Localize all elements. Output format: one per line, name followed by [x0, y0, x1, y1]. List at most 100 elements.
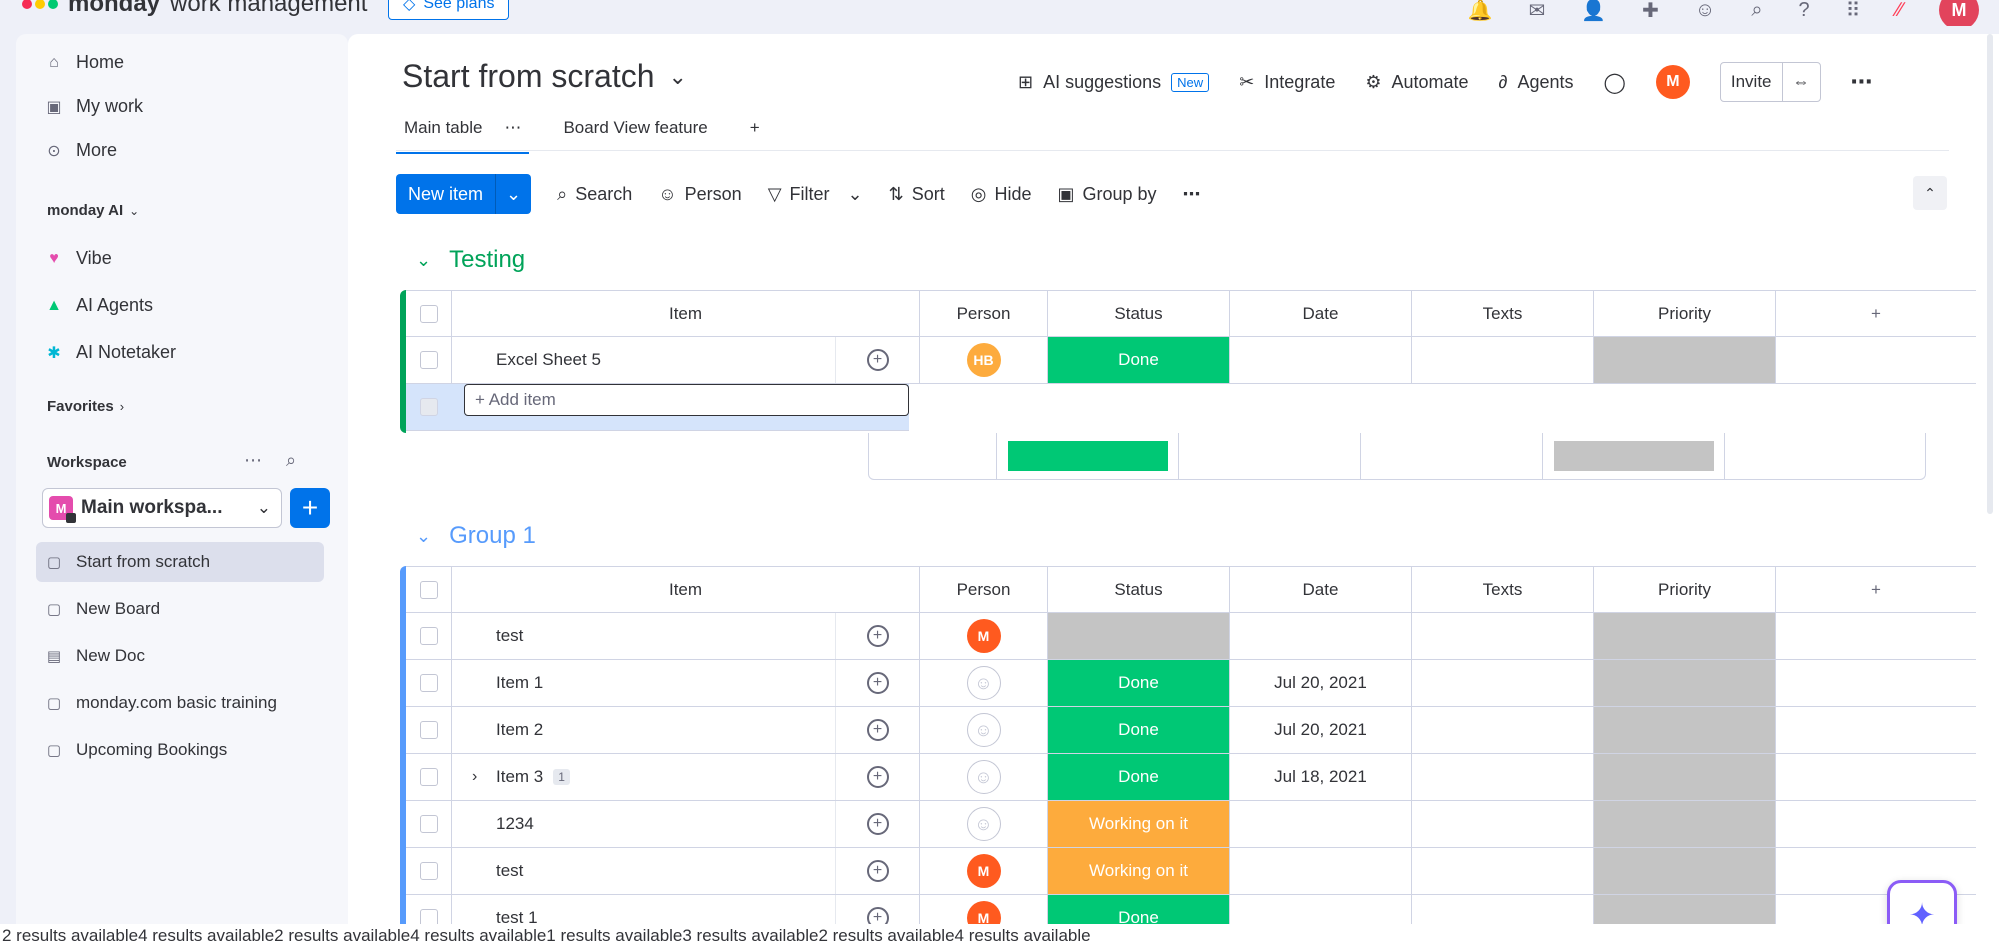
sidebar-item-home[interactable]: ⌂ Home — [46, 52, 124, 73]
add-update-button[interactable]: + — [836, 337, 920, 383]
priority-cell[interactable] — [1594, 337, 1776, 383]
sidebar-item-ai-agents[interactable]: ▲ AI Agents — [46, 295, 153, 316]
item-name[interactable]: 1234 — [452, 801, 836, 847]
person-filter-button[interactable]: ☺ Person — [658, 184, 741, 205]
add-workspace-item-button[interactable]: + — [290, 488, 330, 528]
priority-cell[interactable] — [1594, 613, 1776, 659]
more-toolbar-icon[interactable]: ⋯ — [1183, 184, 1201, 205]
texts-cell[interactable] — [1412, 337, 1594, 383]
date-cell[interactable] — [1230, 613, 1412, 659]
sidebar-item-vibe[interactable]: ♥ Vibe — [46, 248, 111, 269]
item-name[interactable]: test — [452, 848, 836, 894]
group-title-group-1[interactable]: ⌄ Group 1 — [416, 522, 536, 550]
row-checkbox[interactable] — [406, 707, 452, 753]
tab-board-view-feature[interactable]: Board View feature — [555, 118, 715, 154]
priority-cell[interactable] — [1594, 660, 1776, 706]
add-update-button[interactable]: + — [836, 707, 920, 753]
chevron-down-icon[interactable]: ⌄ — [848, 184, 863, 205]
board-title[interactable]: Start from scratch ⌄ — [402, 58, 687, 95]
add-column-button[interactable]: + — [1776, 567, 1976, 612]
table-row[interactable]: Item 2 + ☺ Done Jul 20, 2021 — [406, 707, 1976, 754]
row-checkbox[interactable] — [406, 660, 452, 706]
add-column-button[interactable]: + — [1776, 291, 1976, 336]
column-header-texts[interactable]: Texts — [1412, 567, 1594, 612]
person-cell[interactable]: ☺ — [920, 707, 1048, 753]
person-cell[interactable]: ☺ — [920, 660, 1048, 706]
column-header-texts[interactable]: Texts — [1412, 291, 1594, 336]
column-header-priority[interactable]: Priority — [1594, 291, 1776, 336]
chevron-down-icon[interactable]: ⌄ — [416, 250, 431, 271]
monday-product-icon[interactable]: ∕∕ — [1896, 0, 1903, 22]
sidebar-board-new-board[interactable]: ▢ New Board — [36, 589, 324, 629]
status-cell[interactable]: Done — [1048, 707, 1230, 753]
item-name[interactable]: › Item 3 1 — [452, 754, 836, 800]
table-row[interactable]: test + M — [406, 613, 1976, 660]
row-checkbox[interactable] — [406, 613, 452, 659]
column-header-priority[interactable]: Priority — [1594, 567, 1776, 612]
add-update-button[interactable]: + — [836, 754, 920, 800]
monday-ai-section[interactable]: monday AI ⌄ — [47, 202, 139, 219]
favorites-section[interactable]: Favorites › — [47, 398, 124, 415]
status-cell[interactable] — [1048, 613, 1230, 659]
person-cell[interactable]: M — [920, 848, 1048, 894]
texts-cell[interactable] — [1412, 754, 1594, 800]
add-update-button[interactable]: + — [836, 801, 920, 847]
integrate-button[interactable]: ✂ Integrate — [1239, 72, 1335, 93]
column-header-date[interactable]: Date — [1230, 291, 1412, 336]
column-header-person[interactable]: Person — [920, 567, 1048, 612]
table-row[interactable]: test + M Working on it — [406, 848, 1976, 895]
sidebar-board-upcoming-bookings[interactable]: ▢ Upcoming Bookings — [36, 730, 324, 770]
texts-cell[interactable] — [1412, 707, 1594, 753]
item-name[interactable]: Item 2 — [452, 707, 836, 753]
app-grid-icon[interactable]: ⠿ — [1846, 0, 1861, 23]
column-header-date[interactable]: Date — [1230, 567, 1412, 612]
vertical-scrollbar[interactable] — [1987, 34, 1993, 514]
chevron-right-icon[interactable]: › — [472, 768, 477, 786]
status-cell[interactable]: Working on it — [1048, 848, 1230, 894]
table-row[interactable]: 1234 + ☺ Working on it — [406, 801, 1976, 848]
person-cell[interactable]: ☺ — [920, 754, 1048, 800]
person-cell[interactable]: ☺ — [920, 801, 1048, 847]
priority-cell[interactable] — [1594, 707, 1776, 753]
filter-button[interactable]: ▽ Filter ⌄ — [768, 184, 863, 205]
status-cell[interactable]: Done — [1048, 754, 1230, 800]
row-checkbox[interactable] — [406, 801, 452, 847]
row-checkbox[interactable] — [406, 384, 452, 430]
date-cell[interactable]: Jul 20, 2021 — [1230, 660, 1412, 706]
date-cell[interactable]: Jul 18, 2021 — [1230, 754, 1412, 800]
column-header-item[interactable]: Item — [452, 567, 920, 612]
texts-cell[interactable] — [1412, 660, 1594, 706]
item-name[interactable]: Item 1 — [452, 660, 836, 706]
add-view-button[interactable]: + — [742, 118, 768, 154]
column-header-status[interactable]: Status — [1048, 567, 1230, 612]
invite-button[interactable]: Invite — [1721, 63, 1782, 101]
texts-cell[interactable] — [1412, 801, 1594, 847]
date-cell[interactable] — [1230, 801, 1412, 847]
row-checkbox[interactable] — [406, 848, 452, 894]
inbox-icon[interactable]: ✉ — [1528, 0, 1545, 23]
monday-logo[interactable]: monday work management — [22, 0, 367, 18]
date-cell[interactable] — [1230, 337, 1412, 383]
apps-puzzle-icon[interactable]: ✚ — [1642, 0, 1659, 23]
chevron-down-icon[interactable]: ⌄ — [416, 526, 431, 547]
automate-button[interactable]: ⚙ Automate — [1365, 72, 1468, 93]
priority-cell[interactable] — [1594, 801, 1776, 847]
row-checkbox[interactable] — [406, 337, 452, 383]
sidebar-board-basic-training[interactable]: ▢ monday.com basic training — [36, 683, 324, 723]
hide-button[interactable]: ◎ Hide — [971, 184, 1032, 205]
column-header-status[interactable]: Status — [1048, 291, 1230, 336]
invite-member-icon[interactable]: 👤 — [1581, 0, 1606, 23]
row-checkbox[interactable] — [406, 754, 452, 800]
select-all-checkbox[interactable] — [406, 567, 452, 612]
date-cell[interactable]: Jul 20, 2021 — [1230, 707, 1412, 753]
priority-cell[interactable] — [1594, 848, 1776, 894]
item-name[interactable]: test — [452, 613, 836, 659]
sidebar-item-my-work[interactable]: ▣ My work — [46, 96, 143, 117]
search-button[interactable]: ⌕ Search — [557, 184, 632, 205]
sidebar-board-start-from-scratch[interactable]: ▢ Start from scratch — [36, 542, 324, 582]
person-cell[interactable]: M — [920, 613, 1048, 659]
texts-cell[interactable] — [1412, 613, 1594, 659]
search-icon[interactable]: ⌕ — [1751, 0, 1762, 22]
tab-options-icon[interactable]: ⋯ — [504, 118, 521, 138]
chevron-down-icon[interactable]: ⌄ — [495, 174, 531, 214]
